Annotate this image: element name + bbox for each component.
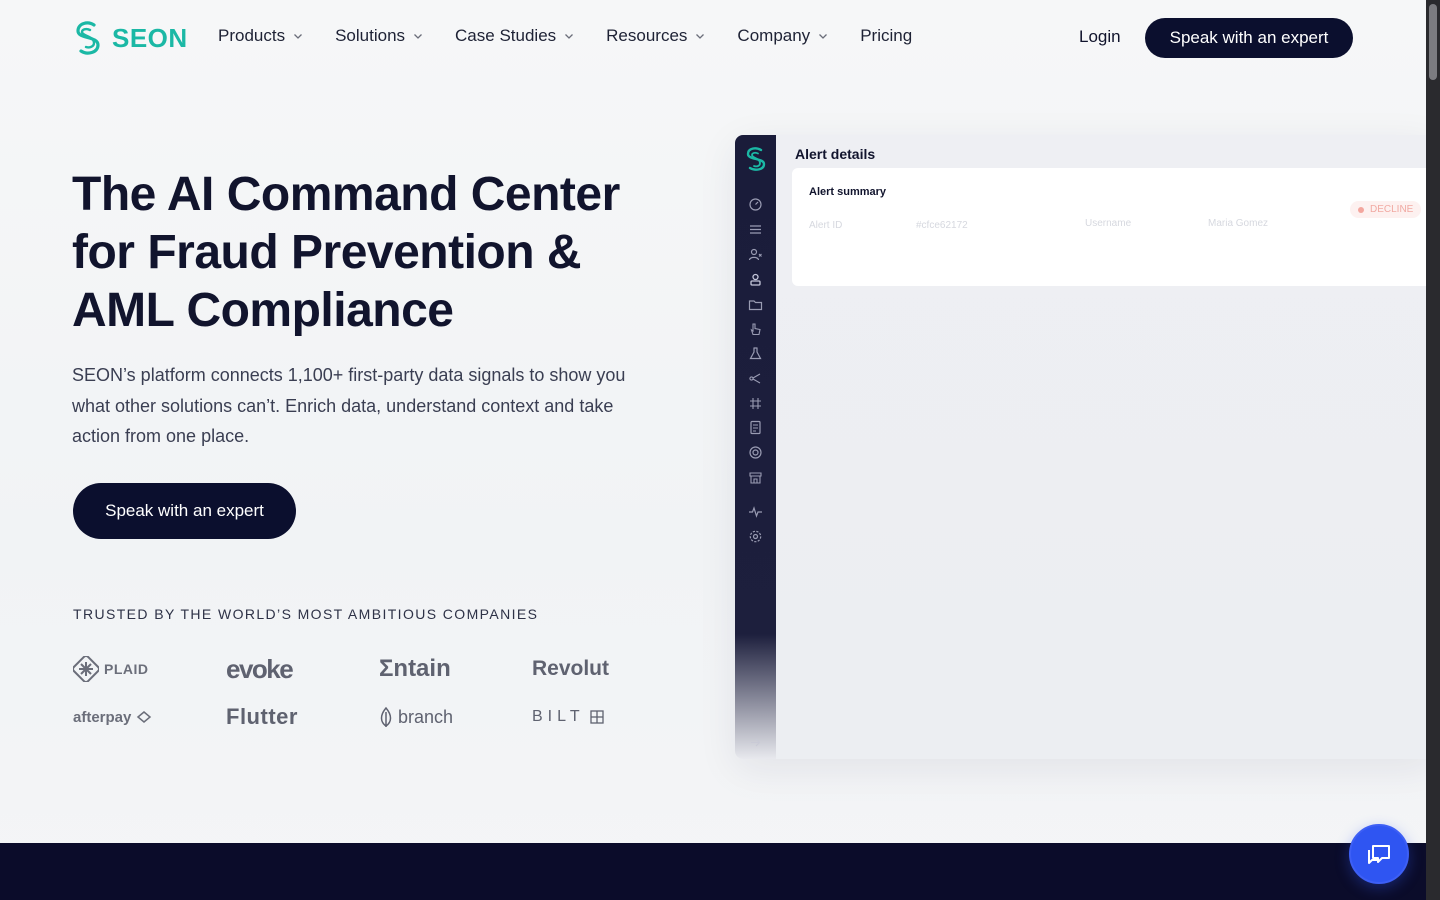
pointer-icon[interactable] [748, 322, 763, 337]
logo-branch: branch [379, 702, 532, 732]
hero-title-line-2: for Fraud Prevention & [72, 226, 582, 279]
plaid-icon [73, 656, 99, 682]
alert-id-label: Alert ID [809, 220, 843, 231]
share-icon[interactable] [748, 371, 763, 386]
nav-solutions-label: Solutions [335, 26, 406, 45]
store-icon[interactable] [748, 470, 763, 485]
chevron-down-icon [294, 34, 303, 39]
logo-revolut-text: Revolut [532, 657, 610, 680]
main-nav: Products Solutions Case Studies Resource… [218, 26, 912, 46]
chevron-down-icon [565, 34, 574, 39]
logo-bilt: BILT [532, 702, 632, 732]
chat-icon [1368, 845, 1390, 864]
logo-afterpay: afterpay [73, 702, 226, 732]
settings-icon[interactable] [748, 529, 763, 544]
speak-with-expert-hero-button[interactable]: Speak with an expert [73, 483, 296, 539]
logo-plaid: PLAID [73, 654, 226, 684]
page-scrollbar[interactable] [1426, 0, 1440, 900]
speak-with-expert-header-button[interactable]: Speak with an expert [1145, 18, 1353, 58]
afterpay-arrows-icon [137, 711, 152, 723]
status-badge: DECLINE [1350, 201, 1422, 218]
dashboard-icon[interactable] [748, 197, 763, 212]
nav-resources[interactable]: Resources [606, 26, 705, 46]
hero-subtitle: SEON’s platform connects 1,100+ first-pa… [72, 365, 626, 446]
list-icon[interactable] [748, 222, 763, 237]
activity-icon[interactable] [748, 504, 763, 519]
seon-logo-icon [76, 21, 100, 55]
nav-pricing-label: Pricing [860, 26, 913, 45]
nav-resources-label: Resources [606, 26, 688, 45]
nav-products-label: Products [218, 26, 286, 45]
grid-icon[interactable] [748, 396, 763, 411]
flask-icon[interactable] [748, 346, 763, 361]
alert-summary-card: Alert summary Alert ID #cfce62172 Userna… [792, 168, 1426, 286]
chevron-down-icon [696, 34, 705, 39]
users-icon[interactable] [748, 247, 763, 262]
nav-company-label: Company [737, 26, 811, 45]
nav-pricing[interactable]: Pricing [860, 26, 912, 46]
trusted-heading: TRUSTED BY THE WORLD’S MOST AMBITIOUS CO… [73, 606, 539, 622]
customer-logos: PLAID evoke Σntain Revolut afterpay Flut… [73, 654, 633, 732]
nav-case-studies[interactable]: Case Studies [455, 26, 574, 46]
page: SEON Products Solutions Case Studies Res… [0, 0, 1426, 900]
logo-revolut: Revolut [532, 654, 632, 684]
scrollbar-thumb[interactable] [1429, 4, 1437, 80]
target-icon[interactable] [748, 445, 763, 460]
hero-title-line-3: AML Compliance [72, 284, 454, 337]
hero-title-line-1: The AI Command Center [72, 168, 620, 221]
dark-section-band [0, 843, 1426, 900]
alert-id-value: #cfce62172 [916, 220, 968, 231]
logo-entain: Σntain [379, 654, 532, 684]
logo-entain-text: Σntain [379, 655, 451, 682]
folder-icon[interactable] [748, 297, 763, 312]
user-lock-icon[interactable] [748, 272, 763, 287]
chevron-down-icon [819, 34, 828, 39]
logo-flutter: Flutter [226, 702, 379, 732]
hero-title: The AI Command Center for Fraud Preventi… [72, 166, 672, 340]
logo-flutter-text: Flutter [226, 704, 298, 729]
logo-bilt-text: BILT [532, 708, 585, 725]
nav-solutions[interactable]: Solutions [335, 26, 423, 46]
site-header: SEON Products Solutions Case Studies Res… [0, 0, 1426, 78]
app-sidebar [735, 135, 776, 759]
branch-leaf-icon [380, 706, 392, 727]
username-label: Username [1085, 218, 1132, 229]
nav-products[interactable]: Products [218, 26, 303, 46]
logo-afterpay-text: afterpay [73, 708, 132, 726]
app-main: Alert details Alert summary Alert ID #cf… [776, 135, 1426, 759]
login-link[interactable]: Login [1079, 27, 1121, 47]
nav-company[interactable]: Company [737, 26, 828, 46]
bilt-mark-icon [589, 710, 604, 724]
status-badge-label: DECLINE [1370, 204, 1414, 215]
alert-details-title: Alert details [795, 146, 876, 162]
logo-evoke: evoke [226, 654, 379, 684]
logo-evoke-text: evoke [226, 653, 294, 684]
status-dot [1358, 206, 1364, 213]
chevron-down-icon [414, 34, 422, 39]
document-icon[interactable] [748, 420, 763, 435]
nav-case-studies-label: Case Studies [455, 26, 557, 45]
collapse-icon[interactable] [748, 735, 763, 750]
seon-app-logo-icon [746, 147, 766, 171]
brand-name: SEON [112, 22, 188, 53]
chat-widget-button[interactable] [1349, 824, 1409, 884]
product-preview: Alert details Alert summary Alert ID #cf… [735, 135, 1426, 759]
logo-branch-text: branch [398, 706, 454, 727]
seon-logo[interactable]: SEON [72, 20, 188, 56]
logo-plaid-text: PLAID [104, 661, 149, 677]
username-value: Maria Gomez [1208, 218, 1269, 229]
alert-summary-title: Alert summary [809, 186, 887, 198]
